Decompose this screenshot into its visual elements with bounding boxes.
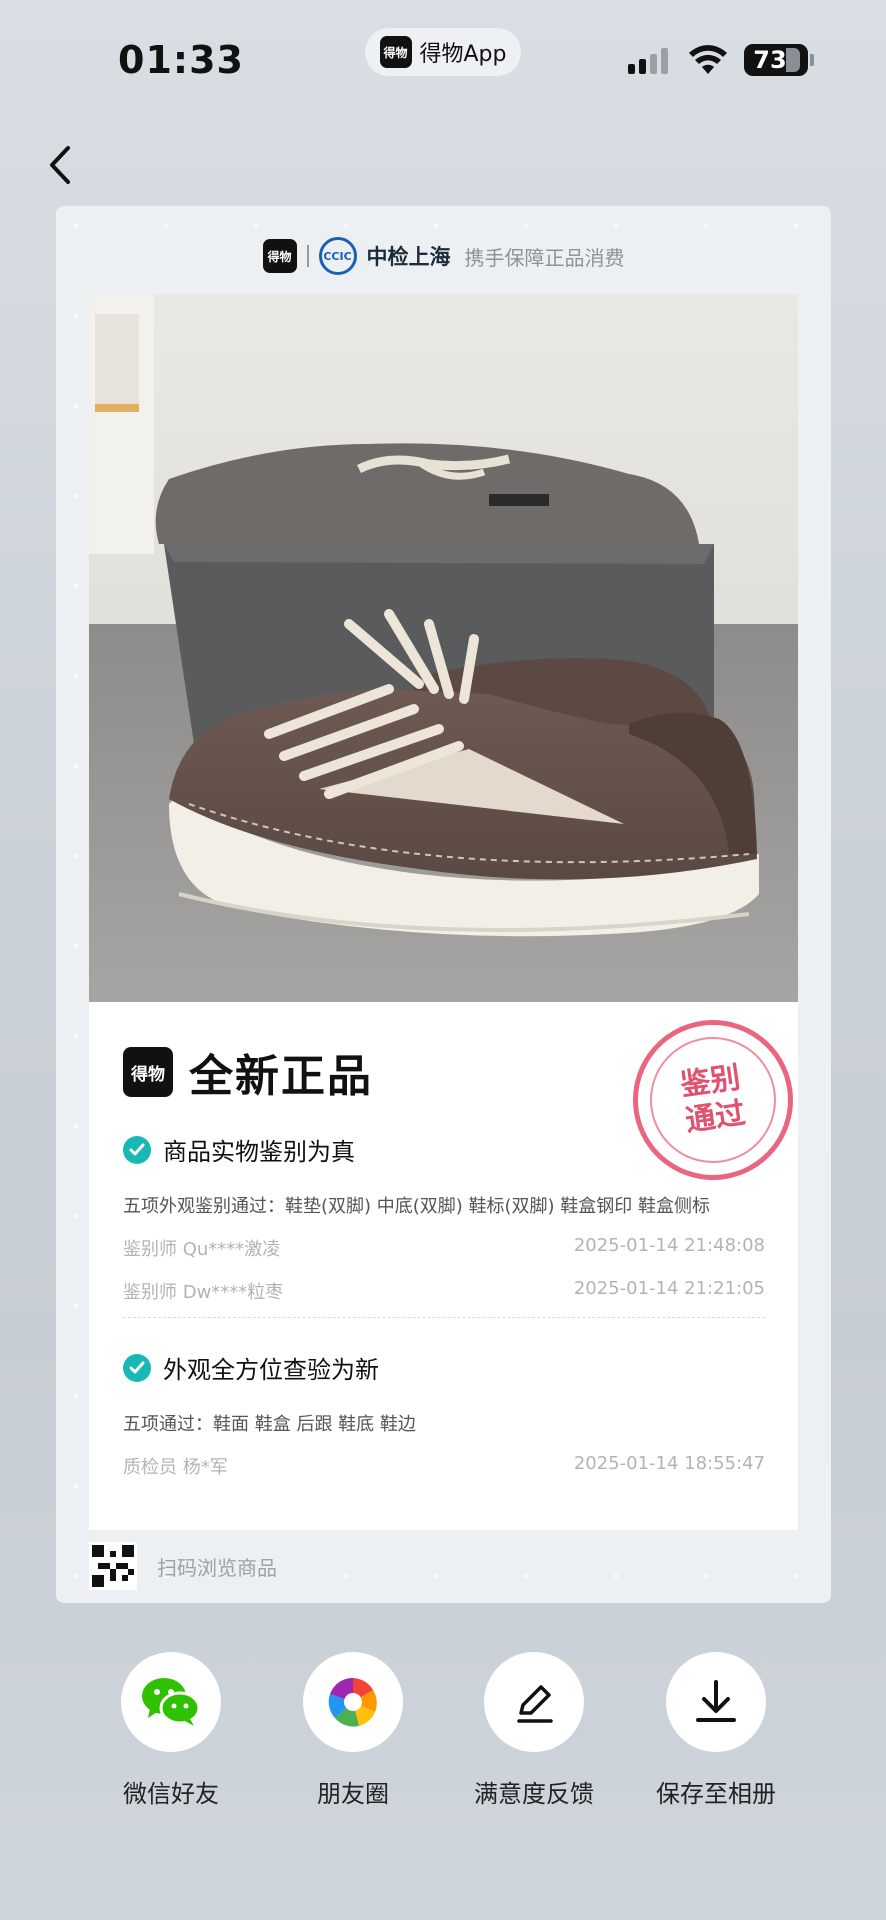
moments-icon <box>328 1677 377 1727</box>
section-divider <box>123 1317 765 1318</box>
battery-level: 73 <box>753 46 787 74</box>
app-switch-pill[interactable]: 得物 得物App <box>365 28 521 76</box>
cellular-signal-icon <box>628 48 668 74</box>
inspection-time: 2025-01-14 18:55:47 <box>573 1453 765 1474</box>
status-time: 01:33 <box>118 38 244 82</box>
check-circle-icon <box>123 1135 151 1164</box>
satisfaction-feedback-button[interactable]: 满意度反馈 <box>454 1652 614 1809</box>
share-wechat-friends-button[interactable]: 微信好友 <box>91 1652 251 1809</box>
share-label: 微信好友 <box>123 1780 219 1808</box>
save-to-album-button[interactable]: 保存至相册 <box>636 1652 796 1809</box>
inspection-heading-row: 外观全方位查验为新 <box>123 1350 379 1385</box>
wechat-icon <box>142 1678 201 1726</box>
card-header: 得物 CCIC 中检上海 携手保障正品消费 <box>56 234 831 278</box>
share-label: 保存至相册 <box>656 1780 776 1808</box>
share-label: 满意度反馈 <box>474 1780 594 1808</box>
check-circle-icon <box>123 1353 151 1382</box>
scan-to-browse-text: 扫码浏览商品 <box>157 1555 277 1580</box>
authentication-time: 2025-01-14 21:48:08 <box>573 1235 765 1256</box>
inspection-heading: 外观全方位查验为新 <box>163 1356 379 1384</box>
authenticator-name: 鉴别师 Qu****激凌 <box>123 1239 281 1260</box>
ccic-logo: CCIC <box>318 237 357 275</box>
certificate-info-panel: 得物 全新正品 鉴别 通过 商品实物鉴别为真 五项外观鉴别通过：鞋垫(双脚) 中… <box>89 1002 804 1530</box>
certificate-title-row: 得物 全新正品 <box>123 1040 373 1104</box>
share-moments-button[interactable]: 朋友圈 <box>273 1652 433 1809</box>
product-status-title: 全新正品 <box>189 1051 373 1102</box>
battery-icon: 73 <box>744 44 808 76</box>
qr-code[interactable] <box>89 1542 137 1590</box>
inspector-record: 质检员 杨*军 2025-01-14 18:55:47 <box>123 1453 765 1479</box>
header-divider <box>306 245 309 267</box>
authenticator-name: 鉴别师 Dw****粒枣 <box>123 1282 284 1303</box>
stamp-line-2: 通过 <box>683 1095 748 1139</box>
authenticator-record: 鉴别师 Dw****粒枣 2025-01-14 21:21:05 <box>123 1278 765 1304</box>
edit-icon <box>517 1685 553 1723</box>
back-button[interactable] <box>40 140 84 190</box>
partner-name: 中检上海 <box>366 245 451 269</box>
authentication-heading-row: 商品实物鉴别为真 <box>123 1132 355 1167</box>
authentication-heading: 商品实物鉴别为真 <box>163 1138 355 1166</box>
authenticator-record: 鉴别师 Qu****激凌 2025-01-14 21:48:08 <box>123 1235 765 1261</box>
product-photo <box>89 294 798 1002</box>
app-name: 得物App <box>419 42 507 67</box>
status-bar: 01:33 得物 得物App 73 <box>0 0 886 110</box>
authentication-passed-stamp: 鉴别 通过 <box>622 1009 804 1191</box>
download-icon <box>696 1680 736 1722</box>
dewu-logo-large: 得物 <box>123 1047 173 1097</box>
share-label: 朋友圈 <box>317 1780 389 1808</box>
inspection-detail: 五项通过：鞋面 鞋盒 后跟 鞋底 鞋边 <box>123 1414 416 1435</box>
authentication-time: 2025-01-14 21:21:05 <box>573 1278 765 1299</box>
card-footer: 扫码浏览商品 <box>89 1542 277 1590</box>
inspector-name: 质检员 杨*军 <box>123 1457 228 1478</box>
dewu-app-icon: 得物 <box>379 36 412 68</box>
dewu-logo: 得物 <box>262 239 297 273</box>
partner-slogan: 携手保障正品消费 <box>464 245 625 270</box>
authentication-certificate-card: 得物 CCIC 中检上海 携手保障正品消费 得物 全新正品 鉴别 通过 商品实物… <box>56 206 831 1603</box>
authentication-detail: 五项外观鉴别通过：鞋垫(双脚) 中底(双脚) 鞋标(双脚) 鞋盒钢印 鞋盒侧标 <box>123 1196 711 1217</box>
wifi-icon <box>689 45 727 74</box>
